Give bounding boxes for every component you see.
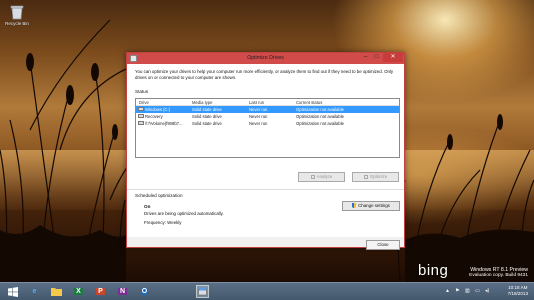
close-window-button[interactable]: ✕: [383, 53, 403, 62]
folder-icon: [51, 288, 62, 296]
scheduled-section-label: Scheduled optimization: [135, 193, 183, 198]
drive-icon: [138, 107, 144, 111]
column-header-last-run[interactable]: Last run: [249, 100, 264, 105]
drive-name: \\?\Volume{f908b7...: [145, 121, 183, 126]
taskbar-clock[interactable]: 10:18 AM 7/18/2013: [508, 285, 528, 297]
windows-logo-icon: [7, 286, 18, 297]
optimize-label: Optimize: [369, 174, 388, 179]
recycle-bin-icon: [10, 5, 24, 20]
last-run: Never run: [249, 114, 268, 119]
taskbar-outlook[interactable]: O: [138, 285, 151, 298]
current-status: Optimization not available: [296, 107, 344, 112]
window-content: You can optimize your drives to help you…: [127, 64, 404, 250]
recycle-bin[interactable]: Recycle Bin: [2, 4, 32, 26]
close-button[interactable]: Close: [366, 240, 400, 250]
media-type: Solid state drive: [192, 114, 222, 119]
drive-name: Windows (C:): [145, 107, 171, 112]
powerpoint-icon: P: [96, 288, 105, 295]
status-section-label: Status: [135, 89, 149, 94]
optimize-icon: [363, 174, 368, 179]
current-status: Optimization not available: [296, 121, 344, 126]
schedule-state: On: [144, 204, 151, 209]
onenote-icon: N: [117, 288, 128, 295]
start-button[interactable]: [6, 285, 19, 298]
section-divider: [127, 189, 404, 190]
title-bar[interactable]: Optimize Drives – □ ✕: [127, 53, 404, 64]
media-type: Solid state drive: [192, 107, 222, 112]
maximize-button[interactable]: □: [371, 53, 382, 62]
media-type: Solid state drive: [192, 121, 222, 126]
table-header: Drive Media type Last run Current status: [136, 99, 399, 106]
current-status: Optimization not available: [296, 114, 344, 119]
optimize-button[interactable]: Optimize: [352, 172, 399, 182]
taskbar-powerpoint[interactable]: P: [94, 285, 107, 298]
taskbar-file-explorer[interactable]: [50, 285, 63, 298]
change-settings-button[interactable]: Change settings: [342, 201, 400, 211]
intro-text: You can optimize your drives to help you…: [135, 69, 394, 80]
minimize-button[interactable]: –: [360, 53, 371, 62]
schedule-description: Drives are being optimized automatically…: [144, 211, 224, 216]
clock-date: 7/18/2013: [507, 291, 528, 296]
change-settings-label: Change settings: [358, 203, 390, 208]
drive-icon: [138, 121, 144, 125]
optimize-drives-app-icon: [198, 287, 207, 296]
taskbar-ie[interactable]: e: [28, 285, 41, 298]
network-icon[interactable]: ▥: [465, 288, 470, 294]
taskbar-onenote[interactable]: N: [116, 285, 129, 298]
optimize-drives-window: Optimize Drives – □ ✕ You can optimize y…: [126, 52, 405, 250]
excel-icon: X: [74, 288, 83, 295]
taskbar-excel[interactable]: X: [72, 285, 85, 298]
drive-name: Recovery: [145, 114, 163, 119]
outlook-icon: O: [140, 288, 149, 295]
bing-logo: bing: [418, 262, 449, 279]
uac-shield-icon: [352, 203, 357, 208]
drives-table: Drive Media type Last run Current status…: [135, 98, 400, 158]
taskbar-optimize-drives[interactable]: [196, 285, 209, 298]
table-row[interactable]: Recovery Solid state drive Never run Opt…: [136, 113, 399, 120]
column-header-media-type[interactable]: Media type: [192, 100, 212, 105]
dialog-footer: [127, 237, 404, 247]
analyze-label: Analyze: [316, 174, 333, 179]
volume-icon[interactable]: ◂): [485, 288, 489, 294]
watermark-build: Evaluation copy. Build 9431: [469, 273, 528, 278]
analyze-button[interactable]: Analyze: [298, 172, 345, 182]
table-row[interactable]: \\?\Volume{f908b7... Solid state drive N…: [136, 120, 399, 127]
recycle-bin-label: Recycle Bin: [5, 21, 29, 26]
taskbar: e X P N O ▲ ⚑ ▥ ▭ ◂) 10:18 AM 7/18/2013: [0, 282, 534, 300]
os-watermark: Windows RT 8.1 Preview Evaluation copy. …: [469, 267, 528, 278]
internet-explorer-icon: e: [32, 288, 37, 295]
drive-icon: [138, 114, 144, 118]
last-run: Never run: [249, 107, 268, 112]
flag-icon[interactable]: ⚑: [455, 288, 459, 294]
table-row[interactable]: Windows (C:) Solid state drive Never run…: [136, 106, 399, 113]
show-hidden-icons[interactable]: ▲: [445, 288, 450, 294]
column-header-drive[interactable]: Drive: [139, 100, 149, 105]
last-run: Never run: [249, 121, 268, 126]
analyze-icon: [310, 174, 315, 179]
column-header-current-status[interactable]: Current status: [296, 100, 322, 105]
battery-icon[interactable]: ▭: [475, 288, 480, 294]
schedule-frequency: Frequency: Weekly: [144, 220, 182, 225]
